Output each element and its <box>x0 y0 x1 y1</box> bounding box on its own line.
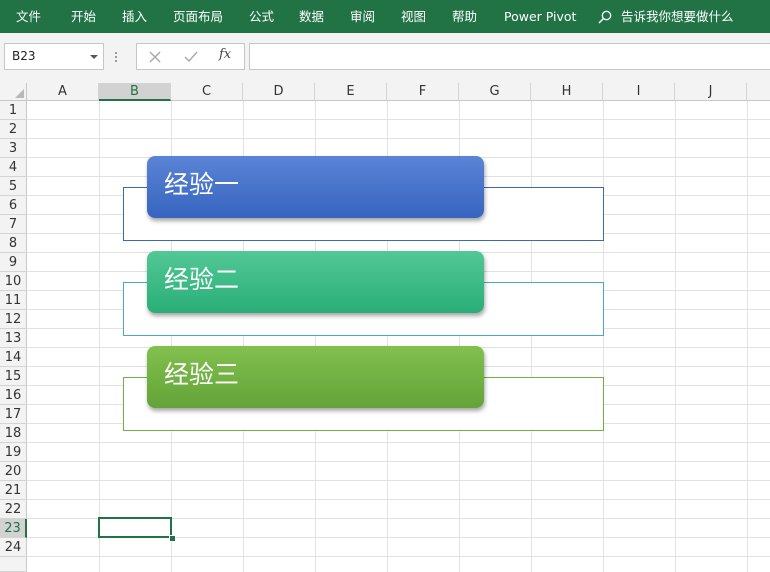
grid-line <box>747 101 748 572</box>
experience-card-3[interactable]: 经验三 <box>147 346 484 408</box>
active-cell[interactable] <box>98 517 172 538</box>
row-header[interactable]: 19 <box>0 443 27 462</box>
name-box-value: B23 <box>12 49 36 63</box>
grid-line <box>27 461 770 462</box>
row-header[interactable]: 11 <box>0 291 27 310</box>
row-header[interactable]: 5 <box>0 177 27 196</box>
column-header-f[interactable]: F <box>387 83 459 101</box>
column-header-k[interactable] <box>747 83 770 101</box>
row-header[interactable]: 17 <box>0 405 27 424</box>
search-icon <box>598 10 612 24</box>
row-header[interactable]: 14 <box>0 348 27 367</box>
row-header[interactable]: 3 <box>0 139 27 158</box>
row-header[interactable]: 22 <box>0 500 27 519</box>
tab-page-layout[interactable]: 页面布局 <box>173 0 223 33</box>
row-header[interactable]: 20 <box>0 462 27 481</box>
row-header[interactable]: 7 <box>0 215 27 234</box>
column-header-j[interactable]: J <box>675 83 747 101</box>
row-header[interactable]: 8 <box>0 234 27 253</box>
row-header[interactable]: 24 <box>0 538 27 557</box>
drag-handle-icon[interactable] <box>115 52 118 63</box>
row-header[interactable]: 9 <box>0 253 27 272</box>
row-header[interactable] <box>0 557 27 572</box>
row-header[interactable]: 12 <box>0 310 27 329</box>
worksheet-grid[interactable]: A B C D E F G H I J 1 2 3 4 5 6 7 8 9 10… <box>0 83 770 572</box>
row-header-selected[interactable]: 23 <box>0 519 27 538</box>
column-header-b[interactable]: B <box>99 83 171 101</box>
grid-line <box>27 556 770 557</box>
column-header-a[interactable]: A <box>27 83 99 101</box>
formula-bar: B23 fx <box>0 33 770 83</box>
row-header[interactable]: 2 <box>0 120 27 139</box>
row-header[interactable]: 21 <box>0 481 27 500</box>
tab-view[interactable]: 视图 <box>401 0 426 33</box>
column-header-d[interactable]: D <box>243 83 315 101</box>
insert-function-button[interactable]: fx <box>219 47 231 62</box>
row-header[interactable]: 13 <box>0 329 27 348</box>
grid-line <box>27 499 770 500</box>
row-header[interactable]: 18 <box>0 424 27 443</box>
row-header[interactable]: 4 <box>0 158 27 177</box>
row-header[interactable]: 16 <box>0 386 27 405</box>
formula-buttons: fx <box>136 43 245 70</box>
grid-line <box>27 480 770 481</box>
tab-formulas[interactable]: 公式 <box>249 0 274 33</box>
ribbon-menu-bar: 文件 开始 插入 页面布局 公式 数据 审阅 视图 帮助 Power Pivot… <box>0 0 770 33</box>
column-header-g[interactable]: G <box>459 83 531 101</box>
fill-handle[interactable] <box>169 535 176 542</box>
tab-review[interactable]: 审阅 <box>350 0 375 33</box>
grid-line <box>27 119 770 120</box>
row-header[interactable]: 6 <box>0 196 27 215</box>
tab-power-pivot[interactable]: Power Pivot <box>504 0 576 33</box>
select-all-button[interactable] <box>0 83 27 101</box>
tell-me-label: 告诉我你想要做什么 <box>621 9 734 24</box>
tab-help[interactable]: 帮助 <box>452 0 477 33</box>
grid-line <box>27 138 770 139</box>
formula-input[interactable] <box>249 43 770 70</box>
row-header[interactable]: 10 <box>0 272 27 291</box>
row-header[interactable]: 1 <box>0 101 27 120</box>
tab-insert[interactable]: 插入 <box>122 0 147 33</box>
check-icon[interactable] <box>181 48 201 66</box>
column-header-c[interactable]: C <box>171 83 243 101</box>
cancel-icon[interactable] <box>145 48 165 66</box>
column-header-e[interactable]: E <box>315 83 387 101</box>
grid-line <box>99 101 100 572</box>
tab-data[interactable]: 数据 <box>299 0 324 33</box>
chevron-down-icon[interactable] <box>90 55 98 59</box>
grid-line <box>27 442 770 443</box>
tab-home[interactable]: 开始 <box>71 0 96 33</box>
column-header-i[interactable]: I <box>603 83 675 101</box>
grid-line <box>603 101 604 572</box>
grid-line <box>531 101 532 572</box>
experience-card-2[interactable]: 经验二 <box>147 251 484 313</box>
row-header[interactable]: 15 <box>0 367 27 386</box>
name-box[interactable]: B23 <box>4 43 104 70</box>
experience-card-1[interactable]: 经验一 <box>147 156 484 218</box>
grid-line <box>675 101 676 572</box>
tab-file[interactable]: 文件 <box>16 0 41 33</box>
column-header-h[interactable]: H <box>531 83 603 101</box>
